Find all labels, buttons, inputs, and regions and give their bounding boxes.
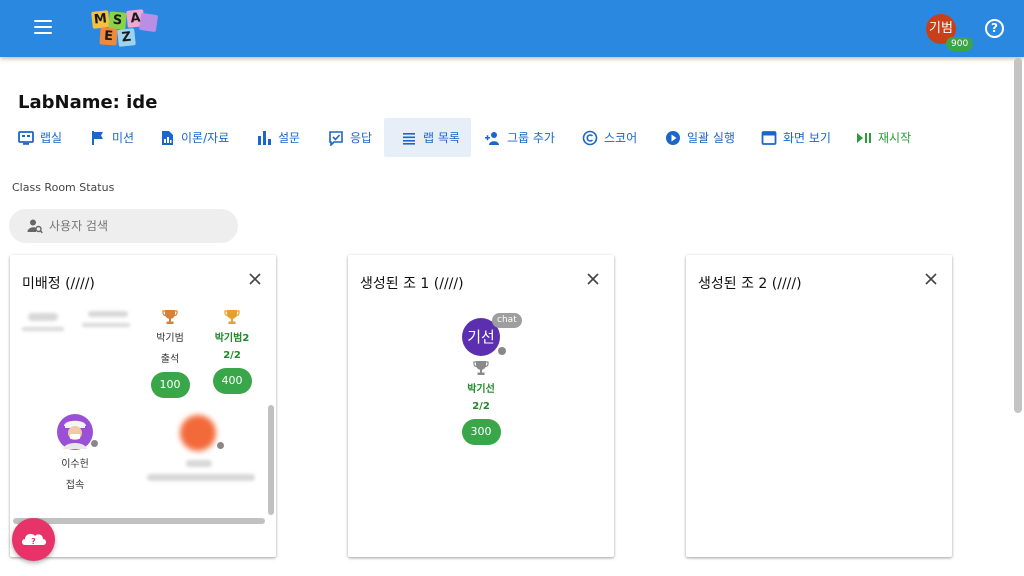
toolbar-screen-view[interactable]: 화면 보기 [753,118,839,157]
toolbar-label: 일괄 실행 [687,131,735,145]
blurred-member-status [82,323,130,327]
check-box-icon [329,130,343,146]
logo-tile [138,12,159,33]
member-item[interactable]: 박기범2 2/2 400 [210,309,254,394]
bar-chart-icon [258,130,271,145]
user-points-badge: 900 [946,37,974,51]
card-title: 미배정 (////) [22,276,95,292]
page-scrollbar[interactable] [1014,58,1022,413]
cloud-help-icon: ? [22,533,46,546]
toolbar-label: 응답 [350,131,373,145]
offline-indicator [91,440,98,447]
trophy-icon [224,310,240,324]
close-icon[interactable] [586,272,600,286]
toolbar-label: 설문 [278,131,301,145]
toolbar-response[interactable]: 응답 [320,118,380,157]
play-circle-icon [666,130,680,145]
blurred-progress [147,474,255,481]
user-search-box[interactable] [9,209,238,243]
window-icon [761,130,777,145]
member-status: 접속 [65,480,85,491]
toolbar-label: 화면 보기 [783,131,831,145]
chat-badge[interactable]: chat [492,313,522,328]
member-item[interactable]: 이수헌 접속 [52,413,98,491]
avatar [57,414,93,450]
member-status: 출석 [160,354,180,365]
score-badge[interactable]: 400 [212,368,252,394]
flag-icon [92,130,103,145]
toolbar-label: 랩 목록 [423,131,460,145]
document-icon [162,130,173,145]
toolbar-lab-room[interactable]: 랩실 [10,118,70,157]
search-input[interactable] [49,219,219,233]
member-item[interactable]: 기선 chat 박기선 2/2 300 [456,313,522,445]
toolbar-batch-run[interactable]: 일괄 실행 [657,118,743,157]
menu-icon[interactable] [34,20,52,36]
blurred-member-name [186,460,212,467]
app-logo[interactable]: M S A E Z [88,8,160,48]
toolbar-restart[interactable]: 재시작 [848,118,919,157]
toolbar-theory[interactable]: 이론/자료 [151,118,237,157]
help-fab-button[interactable]: ? [12,518,55,561]
member-status: 2/2 [223,350,241,361]
toolbar-label: 재시작 [878,131,912,145]
list-icon [403,132,415,145]
toolbar-survey[interactable]: 설문 [248,118,308,157]
toolbar-lab-list[interactable]: 랩 목록 [384,118,471,157]
card-title: 생성된 조 1 (////) [360,276,464,292]
group-card-2: 생성된 조 2 (////) [686,255,952,557]
toolbar-label: 이론/자료 [181,131,230,145]
page-title: LabName: ide [18,92,158,113]
score-badge[interactable]: 300 [461,419,501,445]
member-item[interactable]: 박기범 출석 100 [148,309,192,398]
offline-indicator [217,442,224,449]
toolbar-label: 그룹 추가 [507,131,555,145]
copyright-icon [582,130,598,145]
person-search-icon [27,219,43,234]
svg-text:?: ? [31,537,36,546]
close-icon[interactable] [248,272,262,286]
close-icon[interactable] [924,272,938,286]
card-title: 생성된 조 2 (////) [698,276,802,292]
classroom-status-label: Class Room Status [12,181,115,194]
group-card-unassigned: 미배정 (////) 박기범 출석 100 박기범2 2/2 400 이수헌 접… [10,255,276,557]
toolbar-score[interactable]: 스코어 [574,118,645,157]
toolbar-label: 미션 [112,131,135,145]
blurred-member-name [28,313,58,321]
member-status: 2/2 [472,401,490,412]
toolbar: 랩실 미션 이론/자료 설문 응답 랩 목록 그룹 추가 스코어 일괄 실행 화… [10,118,1010,158]
help-icon[interactable]: ? [985,19,1004,38]
group-add-icon [485,131,499,145]
toolbar-label: 스코어 [604,131,638,145]
score-badge[interactable]: 100 [150,372,190,398]
logo-tile: E [99,27,118,46]
logo-tile: Z [117,28,136,47]
group-card-1: 생성된 조 1 (////) 기선 chat 박기선 2/2 300 [348,255,614,557]
trophy-icon [473,361,489,375]
member-name: 박기선 [467,384,495,395]
vertical-scrollbar[interactable] [268,405,274,515]
toolbar-label: 랩실 [40,131,63,145]
blurred-member-status [22,327,64,331]
logo-tile: M [91,10,110,29]
trophy-icon [162,310,178,324]
offline-indicator [498,347,506,355]
member-name: 박기범2 [214,333,250,344]
app-bar: M S A E Z 기범 900 ? [0,0,1024,57]
logo-tile: S [108,11,127,30]
member-name: 이수헌 [61,459,89,470]
member-name: 박기범 [156,333,184,344]
play-pause-icon [857,132,871,143]
blurred-member-name [88,311,128,317]
toolbar-add-group[interactable]: 그룹 추가 [477,118,563,157]
blurred-avatar [180,415,216,451]
toolbar-mission[interactable]: 미션 [82,118,142,157]
monitor-icon [18,130,34,145]
